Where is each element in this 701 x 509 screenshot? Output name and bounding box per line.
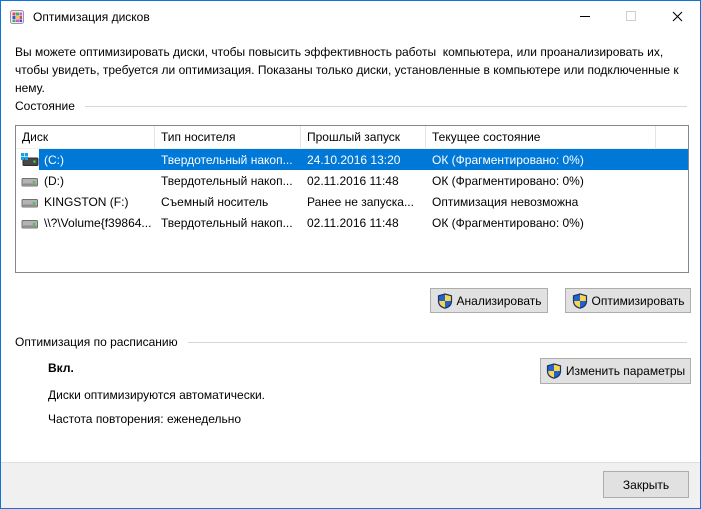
window-title: Оптимизация дисков — [33, 9, 150, 24]
column-header-last-run[interactable]: Прошлый запуск — [301, 126, 426, 148]
media-type: Твердотельный накоп... — [161, 215, 293, 230]
change-settings-button[interactable]: Изменить параметры — [540, 358, 691, 384]
drive-name: (D:) — [44, 173, 64, 188]
uac-shield-icon — [572, 293, 588, 309]
drive-name: \\?\Volume{f39864... — [44, 215, 152, 230]
media-type: Твердотельный накоп... — [161, 152, 293, 167]
close-dialog-button[interactable]: Закрыть — [603, 471, 689, 498]
last-run: 02.11.2016 11:48 — [307, 215, 399, 230]
last-run: 02.11.2016 11:48 — [307, 173, 399, 188]
schedule-auto-text: Диски оптимизируются автоматически. — [48, 388, 266, 402]
close-icon — [672, 11, 682, 21]
schedule-section-header: Оптимизация по расписанию — [15, 335, 687, 349]
status-section-label: Состояние — [15, 99, 75, 113]
drive-name: (C:) — [44, 152, 64, 167]
drive-icon — [21, 198, 38, 207]
schedule-section-label: Оптимизация по расписанию — [15, 335, 178, 349]
drive-row-volume[interactable]: \\?\Volume{f39864... Твердотельный накоп… — [16, 212, 688, 233]
column-header-current-status[interactable]: Текущее состояние — [426, 126, 656, 148]
drives-list: Диск Тип носителя Прошлый запуск Текущее… — [15, 125, 689, 273]
column-header-empty — [656, 126, 688, 148]
app-icon — [10, 9, 24, 24]
current-status: ОК (Фрагментировано: 0%) — [432, 152, 584, 167]
maximize-icon — [626, 11, 636, 21]
window-controls — [562, 1, 700, 31]
current-status: ОК (Фрагментировано: 0%) — [432, 173, 584, 188]
schedule-frequency-text: Частота повторения: еженедельно — [48, 412, 242, 426]
close-button[interactable] — [654, 1, 700, 31]
column-header-media-type[interactable]: Тип носителя — [155, 126, 301, 148]
drive-name: KINGSTON (F:) — [44, 194, 129, 209]
schedule-state: Вкл. — [48, 361, 74, 375]
uac-shield-icon — [546, 363, 562, 379]
drives-list-header: Диск Тип носителя Прошлый запуск Текущее… — [16, 126, 688, 149]
section-rule — [187, 341, 687, 343]
last-run: 24.10.2016 13:20 — [307, 152, 401, 167]
analyze-button[interactable]: Анализировать — [430, 288, 548, 313]
minimize-icon — [580, 15, 590, 17]
uac-shield-icon — [437, 293, 453, 309]
column-header-disk[interactable]: Диск — [16, 126, 155, 148]
drive-row-c[interactable]: (C:) Твердотельный накоп... 24.10.2016 1… — [16, 149, 688, 170]
media-type: Твердотельный накоп... — [161, 173, 293, 188]
drive-row-kingston[interactable]: KINGSTON (F:) Съемный носитель Ранее не … — [16, 191, 688, 212]
drive-icon — [21, 177, 38, 186]
optimize-drives-dialog: Оптимизация дисков Вы можете оптимизиров… — [0, 0, 701, 509]
maximize-button — [608, 1, 654, 31]
minimize-button[interactable] — [562, 1, 608, 31]
optimize-button[interactable]: Оптимизировать — [565, 288, 691, 313]
dialog-footer: Закрыть — [1, 462, 700, 508]
drive-row-d[interactable]: (D:) Твердотельный накоп... 02.11.2016 1… — [16, 170, 688, 191]
media-type: Съемный носитель — [161, 194, 269, 209]
status-section-header: Состояние — [15, 99, 687, 113]
current-status: ОК (Фрагментировано: 0%) — [432, 215, 584, 230]
dialog-description: Вы можете оптимизировать диски, чтобы по… — [15, 45, 682, 95]
system-drive-icon — [21, 152, 39, 166]
last-run: Ранее не запуска... — [307, 194, 414, 209]
current-status: Оптимизация невозможна — [432, 194, 579, 209]
drive-icon — [21, 219, 38, 228]
section-rule — [84, 105, 687, 107]
